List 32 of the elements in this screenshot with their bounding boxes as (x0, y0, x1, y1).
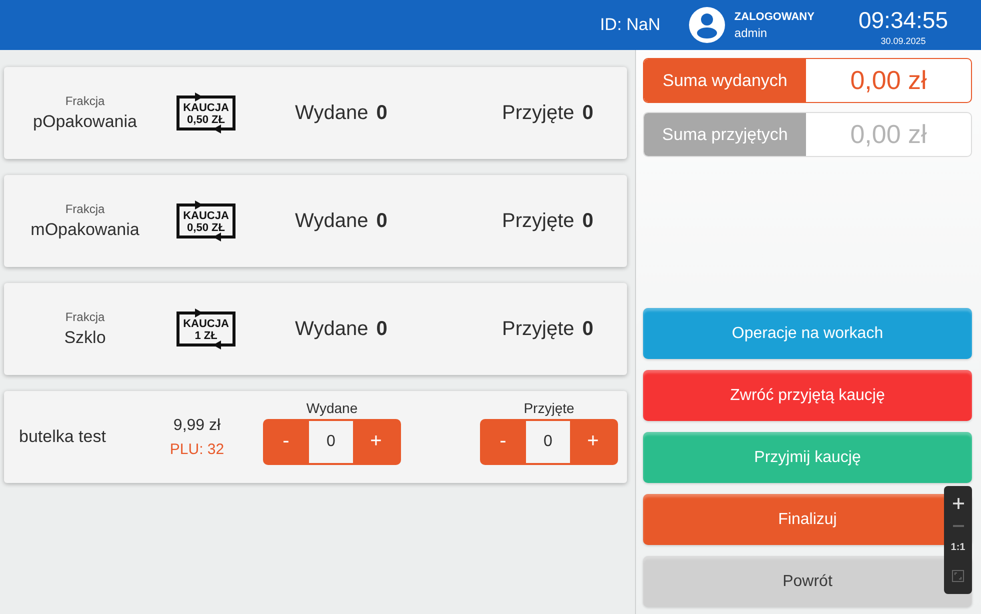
issued-label: Wydane (295, 102, 368, 124)
issued-count: 0 (376, 318, 388, 340)
fraction-name: mOpakowania (30, 218, 140, 240)
user-name: admin (734, 24, 768, 40)
received-label: Przyjęte (502, 102, 574, 124)
fraction-name: Szklo (64, 326, 106, 348)
issued-label: Wydane (295, 318, 368, 340)
issued-label: Wydane (295, 210, 368, 232)
fraction-caption: Frakcja (65, 310, 105, 324)
counter-label: Wydane (306, 400, 358, 416)
received-count: 0 (582, 210, 594, 232)
received-count: 0 (582, 318, 594, 340)
fraction-caption: Frakcja (65, 94, 105, 108)
clock-date: 30.09.2025 (880, 35, 926, 47)
counter-label: Przyjęte (524, 400, 574, 416)
issued-count: 0 (376, 210, 388, 232)
received-count: 0 (582, 102, 594, 124)
product-price: 9,99 zł (173, 416, 221, 434)
clock-time: 09:34:55 (858, 7, 948, 33)
issued-count: 0 (376, 102, 388, 124)
received-label: Przyjęte (502, 318, 574, 340)
fraction-name: pOpakowania (33, 110, 137, 132)
fraction-caption: Frakcja (65, 202, 105, 216)
total-label: Suma przyjętych (644, 113, 806, 156)
login-status: ZALOGOWANY (734, 10, 814, 24)
product-plu: PLU: 32 (170, 440, 224, 458)
total-value: 0,00 zł (849, 64, 928, 97)
session-id: ID: NaN (600, 15, 660, 35)
total-value: 0,00 zł (849, 118, 928, 151)
total-label: Suma wydanych (644, 59, 806, 102)
product-name: butelka test (19, 427, 107, 447)
received-label: Przyjęte (502, 210, 574, 232)
